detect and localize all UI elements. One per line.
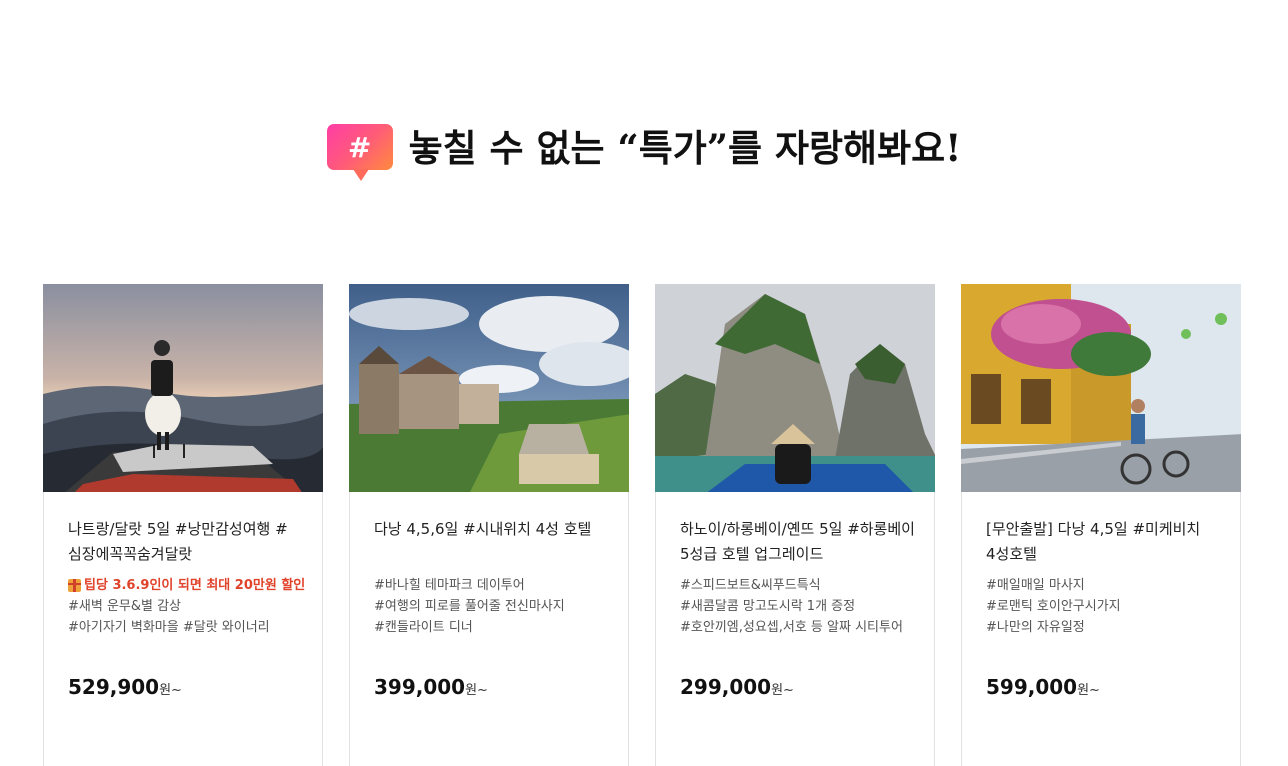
deal-card-list: 나트랑/달랏 5일 #낭만감성여행 #심장에꼭꼭숨겨달랏 팁당 3.6.9인이 …: [43, 284, 1243, 766]
hashtag-badge-icon: #: [326, 124, 393, 181]
tag-line: #아기자기 벽화마을 #달랏 와이너리: [68, 620, 270, 635]
tag-line: #캔들라이트 디너: [374, 620, 473, 635]
deal-card[interactable]: [무안출발] 다낭 4,5일 #미케비치 4성호텔 #매일매일 마사지 #로맨틱…: [961, 284, 1241, 766]
price-unit: 원~: [159, 683, 182, 698]
tag-line: #새벽 운무&별 감상: [68, 599, 182, 614]
tag-line: #새콤달콤 망고도시락 1개 증정: [680, 599, 856, 614]
badge-tail: [352, 169, 369, 181]
deal-image-dalat[interactable]: [43, 284, 323, 492]
price-unit: 원~: [1077, 683, 1100, 698]
price-value: 299,000: [680, 675, 772, 699]
deal-image-danang[interactable]: [349, 284, 629, 492]
deal-price: 529,900원~: [68, 675, 182, 699]
hashtag-symbol: #: [326, 124, 393, 170]
price-value: 529,900: [68, 675, 160, 699]
deal-title[interactable]: 나트랑/달랏 5일 #낭만감성여행 #심장에꼭꼭숨겨달랏: [68, 517, 308, 567]
deal-tags: 팁당 3.6.9인이 되면 최대 20만원 할인 #새벽 운무&별 감상 #아기…: [68, 575, 318, 638]
price-value: 399,000: [374, 675, 466, 699]
tag-line: #나만의 자유일정: [986, 620, 1085, 635]
promo-line: 팁당 3.6.9인이 되면 최대 20만원 할인: [68, 575, 318, 596]
deal-price: 599,000원~: [986, 675, 1100, 699]
deal-title[interactable]: 다낭 4,5,6일 #시내위치 4성 호텔: [374, 517, 614, 542]
tag-line: #로맨틱 호이안구시가지: [986, 599, 1121, 614]
tag-line: #매일매일 마사지: [986, 578, 1085, 593]
price-unit: 원~: [771, 683, 794, 698]
hoian-photo: [961, 284, 1241, 492]
deal-price: 299,000원~: [680, 675, 794, 699]
deal-card[interactable]: 다낭 4,5,6일 #시내위치 4성 호텔 #바나힐 테마파크 데이투어 #여행…: [349, 284, 629, 766]
deal-tags: #바나힐 테마파크 데이투어 #여행의 피로를 풀어줄 전신마사지 #캔들라이트…: [374, 575, 624, 638]
section-header: # 놓칠 수 없는 “특가”를 자랑해봐요!: [0, 118, 1288, 188]
deal-title[interactable]: [무안출발] 다낭 4,5일 #미케비치 4성호텔: [986, 517, 1226, 567]
deal-image-hoian[interactable]: [961, 284, 1241, 492]
tag-line: #바나힐 테마파크 데이투어: [374, 578, 525, 593]
price-value: 599,000: [986, 675, 1078, 699]
gift-icon: [68, 579, 81, 592]
section-title: 놓칠 수 없는 “특가”를 자랑해봐요!: [408, 126, 962, 170]
tag-line: #호안끼엠,성요셉,서호 등 알짜 시티투어: [680, 620, 903, 635]
deal-tags: #스피드보트&씨푸드특식 #새콤달콤 망고도시락 1개 증정 #호안끼엠,성요셉…: [680, 575, 930, 638]
tag-line: #여행의 피로를 풀어줄 전신마사지: [374, 599, 565, 614]
deal-card[interactable]: 하노이/하롱베이/옌뜨 5일 #하롱베이 5성급 호텔 업그레이드 #스피드보트…: [655, 284, 935, 766]
halong-photo: [655, 284, 935, 492]
banahills-photo: [349, 284, 629, 492]
deal-card[interactable]: 나트랑/달랏 5일 #낭만감성여행 #심장에꼭꼭숨겨달랏 팁당 3.6.9인이 …: [43, 284, 323, 766]
deal-title[interactable]: 하노이/하롱베이/옌뜨 5일 #하롱베이 5성급 호텔 업그레이드: [680, 517, 920, 567]
price-unit: 원~: [465, 683, 488, 698]
deal-tags: #매일매일 마사지 #로맨틱 호이안구시가지 #나만의 자유일정: [986, 575, 1236, 638]
promo-text: 팁당 3.6.9인이 되면 최대 20만원 할인: [84, 578, 306, 593]
deal-price: 399,000원~: [374, 675, 488, 699]
deal-image-halong[interactable]: [655, 284, 935, 492]
tag-line: #스피드보트&씨푸드특식: [680, 578, 821, 593]
dalat-photo: [43, 284, 323, 492]
